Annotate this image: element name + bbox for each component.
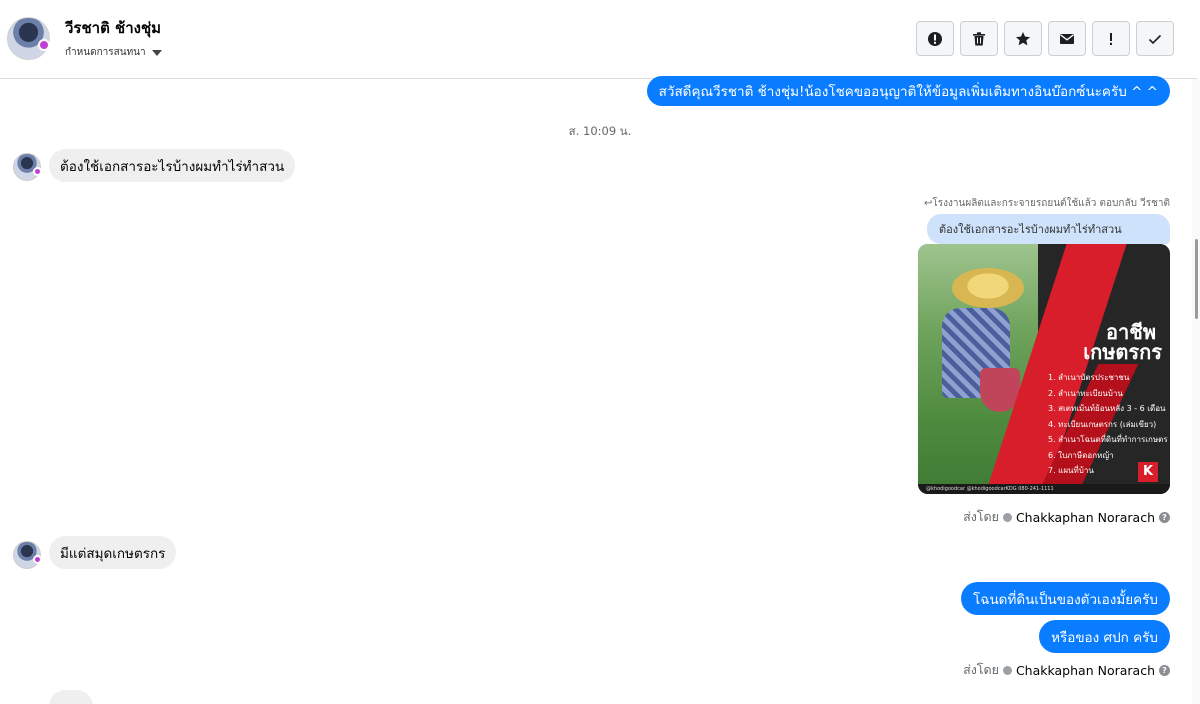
incoming-message-partial[interactable] — [49, 690, 93, 704]
help-icon[interactable]: ? — [1159, 511, 1170, 523]
status-ring — [38, 39, 50, 51]
poster-footer: @khodigoodcar @khodigoodcarKDG 080-241-1… — [918, 484, 1170, 494]
contact-avatar[interactable] — [7, 17, 50, 60]
spam-button[interactable] — [916, 21, 954, 56]
contact-avatar-small[interactable] — [13, 153, 42, 181]
outgoing-message[interactable]: หรือของ ศปก ครับ — [1039, 620, 1170, 653]
sender-name[interactable]: Chakkaphan Norarach — [1016, 510, 1155, 525]
done-button[interactable] — [1136, 21, 1174, 56]
assign-label: กำหนดการสนทนา — [65, 47, 146, 58]
delete-button[interactable] — [960, 21, 998, 56]
exclamation-icon — [1110, 32, 1112, 45]
sent-by-prefix: ส่งโดย — [963, 509, 999, 524]
conversation-header: วีรชาติ ช้างชุ่ม กำหนดการสนทนา — [0, 0, 1197, 79]
outgoing-message[interactable]: โฉนดที่ดินเป็นของตัวเองมั้ยครับ — [961, 582, 1170, 615]
verified-icon — [1002, 512, 1012, 522]
message-timestamp: ส. 10:09 น. — [568, 124, 632, 138]
important-button[interactable] — [1092, 21, 1130, 56]
mark-unread-button[interactable] — [1048, 21, 1086, 56]
poster-list-item: 6. ใบภาษีดอกหญ้า — [1048, 450, 1114, 460]
check-icon — [1148, 34, 1162, 44]
contact-avatar-small[interactable] — [13, 541, 42, 569]
messenger-inbox: วีรชาติ ช้างชุ่ม กำหนดการสนทนา สวัสดีคุณ… — [0, 0, 1200, 704]
poster-logo: K — [1138, 462, 1158, 482]
sent-by-prefix: ส่งโดย — [963, 662, 999, 677]
incoming-message[interactable]: ต้องใช้เอกสารอะไรบ้างผมทำไร่ทำสวน — [49, 149, 296, 182]
scrollbar-thumb[interactable] — [1195, 239, 1198, 319]
status-ring — [33, 555, 42, 564]
poster-list-item: 1. สำเนาบัตรประชาชน — [1048, 373, 1130, 382]
poster-title-line2: เกษตรกร — [1083, 340, 1162, 364]
trash-icon — [973, 31, 985, 45]
assign-conversation-dropdown[interactable]: กำหนดการสนทนา — [65, 45, 162, 60]
envelope-icon — [1060, 33, 1074, 44]
star-icon — [1015, 31, 1031, 45]
chevron-down-icon — [151, 49, 162, 56]
poster-list-item: 2. สำเนาทะเบียนบ้าน — [1048, 388, 1123, 398]
status-ring — [33, 167, 42, 176]
outgoing-message[interactable]: สวัสดีคุณวีรชาติ ช้างชุ่ม!น้องโชคขออนุญา… — [646, 76, 1170, 106]
star-button[interactable] — [1004, 21, 1042, 56]
sender-name[interactable]: Chakkaphan Norarach — [1016, 663, 1155, 678]
poster-list-item: 3. สเตทเม้นท์ย้อนหลัง 3 - 6 เดือน — [1048, 404, 1166, 413]
quoted-message[interactable]: ต้องใช้เอกสารอะไรบ้างผมทำไร่ทำสวน — [927, 214, 1170, 244]
poster-image[interactable]: อาชีพ เกษตรกร 1. สำเนาบัตรประชาชน 2. สำเ… — [918, 244, 1170, 494]
help-icon[interactable]: ? — [1159, 664, 1170, 676]
sent-by-info: ส่งโดย Chakkaphan Norarach ? — [963, 660, 1170, 680]
alert-circle-icon — [928, 31, 942, 46]
sent-by-info: ส่งโดย Chakkaphan Norarach ? — [963, 507, 1170, 527]
message-scrollbar[interactable] — [1192, 79, 1200, 704]
reply-context-text: โรงงานผลิตและกระจายรถยนต์ใช้แล้ว ตอบกลับ… — [932, 198, 1170, 209]
contact-name[interactable]: วีรชาติ ช้างชุ่ม — [65, 16, 161, 40]
verified-icon — [1002, 665, 1012, 675]
conversation-toolbar — [916, 21, 1174, 56]
incoming-message[interactable]: มีแต่สมุดเกษตรกร — [49, 536, 177, 569]
reply-context: ↩โรงงานผลิตและกระจายรถยนต์ใช้แล้ว ตอบกลั… — [924, 196, 1170, 211]
poster-farmer-hat — [952, 268, 1024, 308]
poster-list-item: 4. ทะเบียนเกษตรกร (เล่มเขียว) — [1048, 419, 1157, 429]
poster-list-item: 5. สำเนาโฉนดที่ดินที่ทำการเกษตร — [1048, 435, 1168, 444]
